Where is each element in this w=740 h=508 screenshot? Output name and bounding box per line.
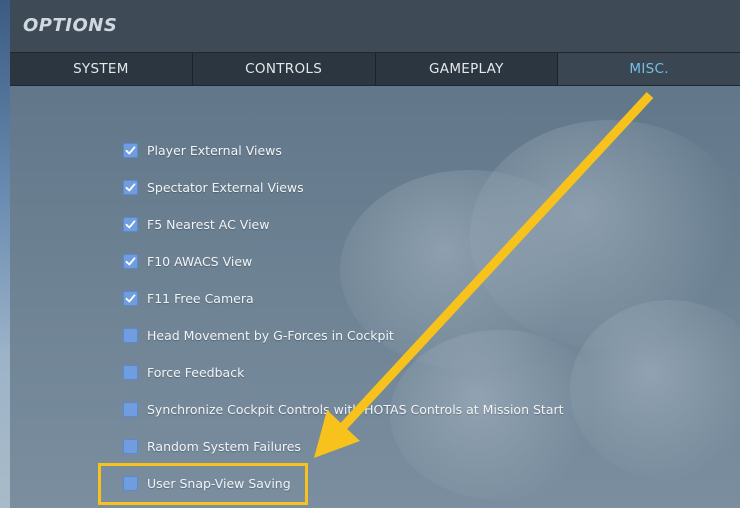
checkbox-checked[interactable] (123, 216, 138, 232)
background-sky-left (0, 0, 10, 508)
tab-bar: SYSTEM CONTROLS GAMEPLAY MISC. (10, 52, 740, 86)
option-row[interactable]: Player External Views (123, 140, 282, 160)
option-row[interactable]: F10 AWACS View (123, 251, 252, 271)
option-row[interactable]: Spectator External Views (123, 177, 304, 197)
option-label: Head Movement by G-Forces in Cockpit (147, 327, 394, 343)
checkbox-checked[interactable] (123, 290, 138, 306)
option-row[interactable]: F11 Free Camera (123, 288, 254, 308)
checkmark-icon (125, 219, 136, 228)
option-label: Player External Views (147, 142, 282, 158)
title-bar: OPTIONS (10, 0, 740, 52)
checkbox-checked[interactable] (123, 179, 138, 195)
window-title: OPTIONS (23, 15, 118, 36)
tab-gameplay[interactable]: GAMEPLAY (376, 53, 559, 85)
option-label: F5 Nearest AC View (147, 216, 270, 232)
tab-system[interactable]: SYSTEM (10, 53, 193, 85)
checkbox-unchecked[interactable] (123, 327, 138, 343)
checkmark-icon (125, 182, 136, 191)
highlight-box (98, 463, 308, 505)
tab-misc[interactable]: MISC. (558, 53, 740, 85)
checkbox-unchecked[interactable] (123, 438, 138, 454)
option-row[interactable]: F5 Nearest AC View (123, 214, 269, 234)
option-label: F10 AWACS View (147, 253, 253, 269)
option-row[interactable]: Random System Failures (123, 436, 301, 456)
checkmark-icon (125, 145, 136, 154)
options-window: OPTIONS SYSTEM CONTROLS GAMEPLAY MISC. P… (10, 0, 740, 508)
tab-controls[interactable]: CONTROLS (193, 53, 376, 85)
checkbox-checked[interactable] (123, 142, 138, 158)
option-label: F11 Free Camera (147, 290, 254, 306)
option-row[interactable]: Synchronize Cockpit Controls with HOTAS … (123, 399, 564, 419)
option-label: Random System Failures (147, 438, 301, 454)
option-label: Spectator External Views (147, 179, 304, 195)
checkbox-unchecked[interactable] (123, 364, 138, 380)
checkmark-icon (125, 293, 136, 302)
checkmark-icon (125, 256, 136, 265)
option-label: Synchronize Cockpit Controls with HOTAS … (147, 401, 564, 417)
option-row[interactable]: Head Movement by G-Forces in Cockpit (123, 325, 394, 345)
option-row[interactable]: Force Feedback (123, 362, 244, 382)
option-label: Force Feedback (147, 364, 245, 380)
checkbox-unchecked[interactable] (123, 401, 138, 417)
checkbox-checked[interactable] (123, 253, 138, 269)
